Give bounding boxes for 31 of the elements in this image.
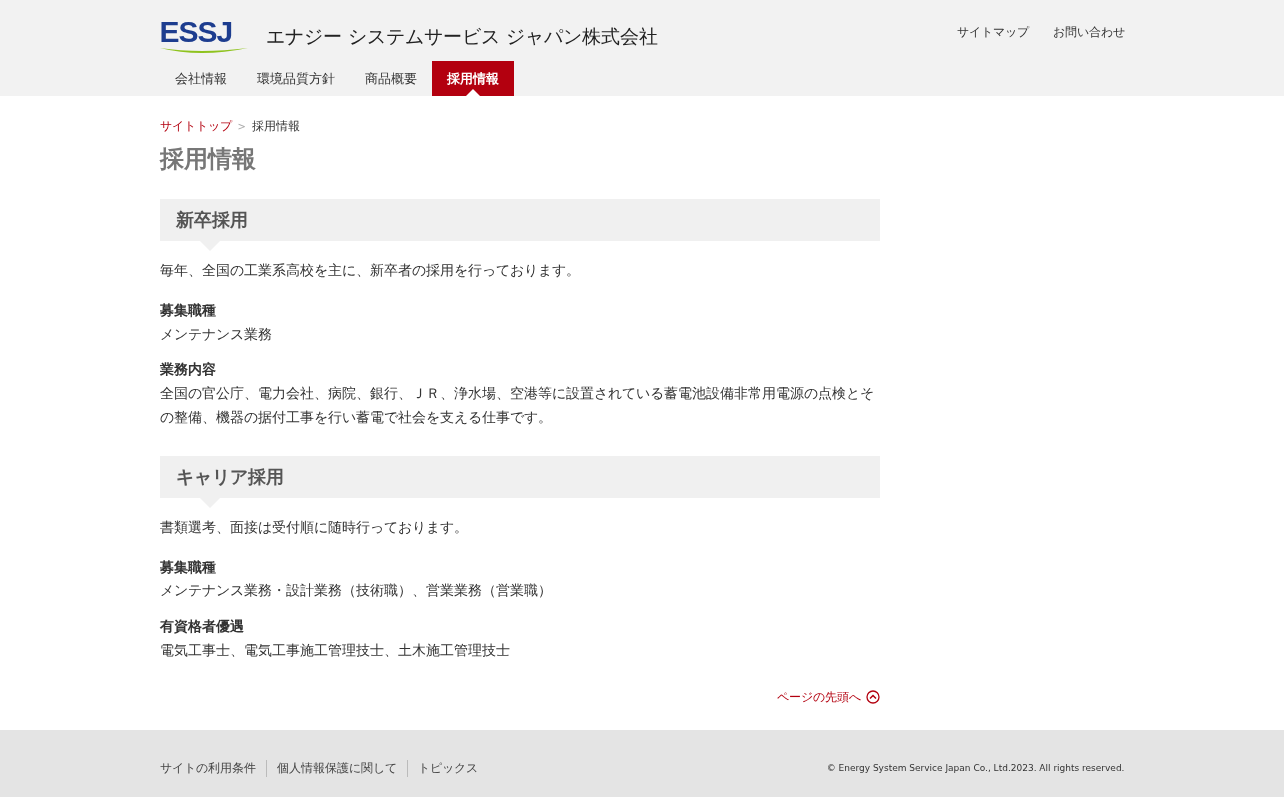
breadcrumb-separator: > [237, 121, 246, 132]
item-value: 電気工事士、電気工事施工管理技士、土木施工管理技士 [159, 640, 511, 660]
section-intro: 書類選考、面接は受付順に随時行っております。 [159, 517, 469, 537]
item-value: メンテナンス業務・設計業務（技術職）、営業業務（営業職） [159, 581, 553, 601]
utility-link[interactable]: お問い合わせ [1052, 23, 1125, 41]
item-value: メンテナンス業務 [159, 324, 273, 344]
footer-link[interactable]: 個人情報保護に関して [265, 759, 407, 777]
breadcrumb-link[interactable]: サイトトップ [159, 118, 232, 135]
company-name: エナジー システムサービス ジャパン株式会社 [265, 24, 658, 49]
nav-tab[interactable]: 採用情報 [431, 61, 514, 96]
page-top-link[interactable]: ページの先頭へ [776, 688, 880, 706]
nav-tab[interactable]: 環境品質方針 [241, 61, 350, 96]
item-label: 募集職種 [159, 557, 217, 577]
section-heading: キャリア採用 [159, 455, 880, 508]
section-intro: 毎年、全国の工業系高校を主に、新卒者の採用を行っております。 [159, 261, 581, 280]
copyright: © Energy System Service Japan Co., Ltd.2023. All rights reserved. [826, 763, 1125, 774]
item-value: 全国の官公庁、電力会社、病院、銀行、ＪＲ、浄水場、空港等に設置されている蓄電池設備非常用電源の点検とその整備、機器の据付工事を行い蓄電で社会を支える仕事です。 [159, 384, 875, 427]
item-label: 有資格者優遇 [159, 617, 245, 637]
breadcrumb-current: 採用情報 [251, 118, 300, 135]
nav-tab[interactable]: 商品概要 [349, 61, 432, 96]
section-heading: 新卒採用 [159, 199, 880, 251]
logo-text: ESSJ [159, 18, 234, 46]
nav-tab[interactable]: 会社情報 [159, 61, 242, 96]
footer-link[interactable]: トピックス [406, 759, 488, 777]
utility-link[interactable]: サイトマップ [956, 23, 1029, 41]
logo[interactable]: ESSJ [159, 18, 250, 56]
up-chevron-icon [865, 690, 880, 705]
item-label: 募集職種 [159, 300, 217, 320]
footer-link[interactable]: サイトの利用条件 [159, 759, 266, 777]
item-label: 業務内容 [159, 360, 217, 380]
page-title: 採用情報 [159, 144, 257, 175]
